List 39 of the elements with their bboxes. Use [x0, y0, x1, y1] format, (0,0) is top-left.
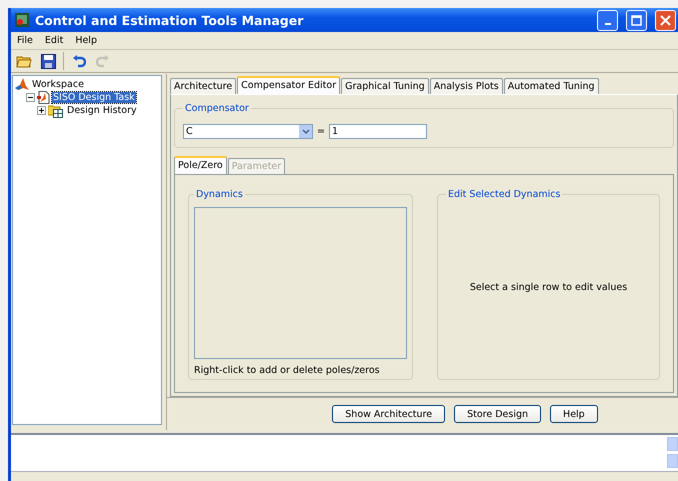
close-icon [660, 14, 671, 26]
collapse-toggle-icon[interactable] [26, 93, 35, 102]
message-text: Select a single row to edit values [470, 282, 628, 293]
close-button[interactable] [655, 10, 676, 30]
tree-item[interactable]: Workspace [31, 79, 85, 90]
tab[interactable]: Automated Tuning [504, 78, 599, 94]
tab[interactable]: Graphical Tuning [341, 78, 429, 94]
folder-icon[interactable] [16, 54, 32, 68]
peak-logo-icon [15, 78, 29, 91]
value-field[interactable]: 1 [328, 124, 427, 139]
action-button[interactable]: Store Design [454, 405, 542, 423]
document-icon [37, 91, 50, 104]
tree-item[interactable]: Design History [66, 105, 138, 116]
maximize-icon [631, 14, 642, 26]
minimize-icon [604, 22, 610, 24]
tab[interactable]: Analysis Plots [430, 78, 503, 94]
group-title: Edit Selected Dynamics [447, 189, 562, 200]
menu-item[interactable]: File [11, 35, 39, 46]
tab[interactable]: Compensator Editor [237, 76, 340, 94]
menu-item[interactable]: Edit [38, 35, 70, 46]
group-title: Dynamics [195, 189, 244, 200]
maximize-button[interactable] [626, 10, 647, 30]
menu-item[interactable]: Help [69, 35, 103, 46]
app-icon [15, 13, 29, 27]
action-button[interactable]: Help [550, 405, 598, 423]
window-title: Control and Estimation Tools Manager [35, 12, 304, 28]
equals-sign: = [317, 126, 325, 137]
tree-item[interactable]: SISO Design Task [52, 92, 136, 103]
group-title: Compensator [184, 103, 250, 114]
compensator-dropdown[interactable]: C [183, 124, 313, 139]
undo-icon[interactable] [72, 54, 86, 68]
expand-toggle-icon[interactable] [37, 106, 46, 115]
action-button[interactable]: Show Architecture [332, 405, 446, 423]
folder-table-icon [48, 104, 64, 118]
caret-icon [302, 128, 310, 134]
minimize-button[interactable] [597, 10, 618, 30]
hint-text: Right-click to add or delete poles/zeros [194, 365, 381, 376]
tab[interactable]: Architecture [170, 78, 236, 94]
tab[interactable]: Pole/Zero [174, 156, 227, 174]
